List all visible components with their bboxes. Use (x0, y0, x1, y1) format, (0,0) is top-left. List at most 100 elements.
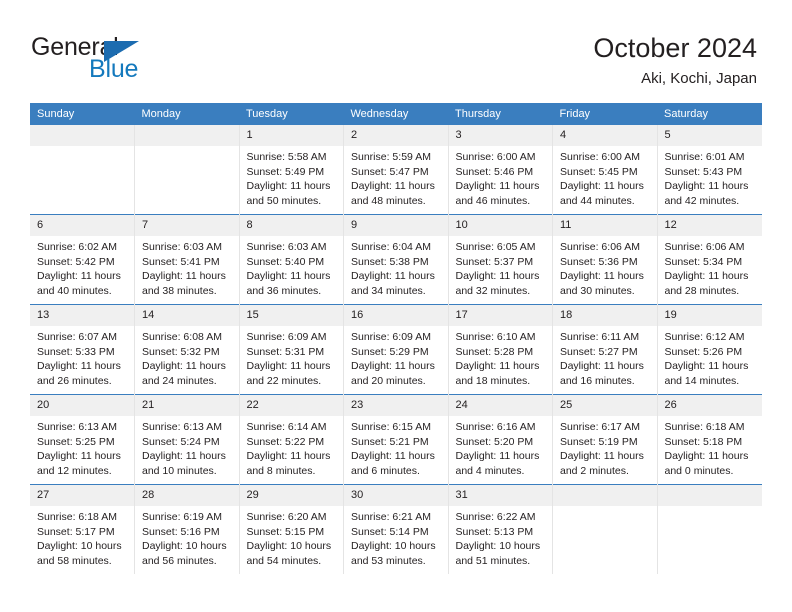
calendar-day-cell[interactable]: 10 Sunrise: 6:05 AM Sunset: 5:37 PM Dayligh… (447, 214, 553, 305)
day-number (657, 485, 762, 506)
sunrise-text: Sunrise: 6:02 AM (37, 241, 117, 253)
daylight-text: Daylight: 11 hours and 4 minutes. (455, 450, 540, 477)
day-details: Sunrise: 6:04 AM Sunset: 5:38 PM Daylight:… (344, 236, 448, 298)
calendar-day-cell[interactable]: 7 Sunrise: 6:03 AM Sunset: 5:41 PM Daylight… (134, 214, 239, 305)
day-details: Sunrise: 6:20 AM Sunset: 5:15 PM Daylight:… (240, 506, 344, 568)
day-number: 18 (553, 305, 657, 326)
day-details: Sunrise: 6:14 AM Sunset: 5:22 PM Daylight:… (240, 416, 344, 478)
calendar-day-cell[interactable]: 18 Sunrise: 6:11 AM Sunset: 5:27 PM Dayligh… (552, 304, 657, 395)
page-title: October 2024 (593, 33, 757, 63)
daylight-text: Daylight: 11 hours and 44 minutes. (560, 180, 644, 207)
general-blue-logo[interactable]: General Blue (31, 33, 221, 89)
sunset-text: Sunset: 5:20 PM (455, 435, 534, 448)
calendar-day-cell[interactable]: 29 Sunrise: 6:20 AM Sunset: 5:15 PM Dayligh… (238, 484, 344, 574)
sunset-text: Sunset: 5:13 PM (455, 525, 534, 538)
day-details: Sunrise: 6:17 AM Sunset: 5:19 PM Daylight:… (553, 416, 657, 478)
sunset-text: Sunset: 5:18 PM (664, 435, 743, 448)
calendar-day-cell[interactable]: 27 Sunrise: 6:18 AM Sunset: 5:17 PM Dayligh… (30, 484, 135, 574)
day-details: Sunrise: 6:09 AM Sunset: 5:29 PM Daylight:… (344, 326, 448, 388)
day-details: Sunrise: 6:15 AM Sunset: 5:21 PM Daylight:… (344, 416, 448, 478)
calendar-day-cell[interactable]: 21 Sunrise: 6:13 AM Sunset: 5:24 PM Dayligh… (134, 394, 239, 485)
sunset-text: Sunset: 5:28 PM (455, 345, 534, 358)
day-number: 21 (135, 395, 239, 416)
sunrise-text: Sunrise: 6:04 AM (351, 241, 431, 253)
calendar-page: General Blue October 2024 Aki, Kochi, Ja… (0, 0, 792, 612)
calendar-day-cell[interactable]: 19 Sunrise: 6:12 AM Sunset: 5:26 PM Dayligh… (656, 304, 762, 395)
calendar-day-cell[interactable]: 24 Sunrise: 6:16 AM Sunset: 5:20 PM Dayligh… (447, 394, 553, 485)
daylight-text: Daylight: 11 hours and 50 minutes. (246, 180, 331, 207)
calendar-day-cell[interactable]: 12 Sunrise: 6:06 AM Sunset: 5:34 PM Dayligh… (656, 214, 762, 305)
daylight-text: Daylight: 11 hours and 18 minutes. (455, 360, 540, 387)
sunrise-text: Sunrise: 6:07 AM (37, 331, 117, 343)
sunset-text: Sunset: 5:47 PM (351, 165, 429, 178)
calendar-day-cell[interactable]: 22 Sunrise: 6:14 AM Sunset: 5:22 PM Dayligh… (238, 394, 344, 485)
calendar-day-cell[interactable]: 25 Sunrise: 6:17 AM Sunset: 5:19 PM Dayligh… (552, 394, 657, 485)
calendar-table: Sunday Monday Tuesday Wednesday Thursday… (30, 103, 762, 574)
daylight-text: Daylight: 11 hours and 16 minutes. (560, 360, 644, 387)
calendar-day-cell-empty (656, 484, 762, 574)
day-number: 29 (239, 485, 343, 506)
sunset-text: Sunset: 5:46 PM (455, 165, 534, 178)
weekday-header-tuesday: Tuesday (239, 103, 344, 125)
day-details: Sunrise: 5:58 AM Sunset: 5:49 PM Daylight:… (240, 146, 344, 208)
calendar-day-cell[interactable]: 16 Sunrise: 6:09 AM Sunset: 5:29 PM Dayligh… (343, 304, 448, 395)
day-number: 17 (448, 305, 552, 326)
sunset-text: Sunset: 5:34 PM (664, 255, 743, 268)
title-block: October 2024 Aki, Kochi, Japan (593, 32, 757, 90)
calendar-day-cell[interactable]: 28 Sunrise: 6:19 AM Sunset: 5:16 PM Dayligh… (134, 484, 239, 574)
daylight-text: Daylight: 11 hours and 32 minutes. (455, 270, 540, 297)
calendar-day-cell[interactable]: 9 Sunrise: 6:04 AM Sunset: 5:38 PM Daylight… (343, 214, 448, 305)
sunrise-text: Sunrise: 6:05 AM (455, 241, 536, 253)
calendar-day-cell[interactable]: 2 Sunrise: 5:59 AM Sunset: 5:47 PM Daylight… (343, 125, 448, 215)
daylight-text: Daylight: 11 hours and 42 minutes. (664, 180, 749, 207)
sunset-text: Sunset: 5:22 PM (246, 435, 325, 448)
sunset-text: Sunset: 5:25 PM (37, 435, 115, 448)
calendar-day-cell[interactable]: 8 Sunrise: 6:03 AM Sunset: 5:40 PM Daylight… (238, 214, 344, 305)
sunset-text: Sunset: 5:26 PM (664, 345, 743, 358)
day-number: 30 (344, 485, 448, 506)
weekday-header-monday: Monday (134, 103, 239, 125)
calendar-day-cell[interactable]: 5 Sunrise: 6:01 AM Sunset: 5:43 PM Daylight… (656, 125, 762, 215)
day-number: 4 (553, 125, 657, 146)
weekday-header-row: Sunday Monday Tuesday Wednesday Thursday… (30, 103, 762, 125)
daylight-text: Daylight: 11 hours and 22 minutes. (246, 360, 331, 387)
calendar-day-cell[interactable]: 11 Sunrise: 6:06 AM Sunset: 5:36 PM Dayligh… (552, 214, 657, 305)
day-number: 8 (239, 215, 343, 236)
calendar-day-cell[interactable]: 13 Sunrise: 6:07 AM Sunset: 5:33 PM Dayligh… (30, 304, 135, 395)
sunrise-text: Sunrise: 6:21 AM (351, 511, 431, 523)
day-details: Sunrise: 6:18 AM Sunset: 5:17 PM Daylight:… (30, 506, 134, 568)
calendar-day-cell[interactable]: 14 Sunrise: 6:08 AM Sunset: 5:32 PM Dayligh… (134, 304, 239, 395)
day-number: 14 (135, 305, 239, 326)
day-number: 24 (448, 395, 552, 416)
calendar-day-cell[interactable]: 4 Sunrise: 6:00 AM Sunset: 5:45 PM Daylight… (552, 125, 657, 215)
calendar-day-cell[interactable]: 23 Sunrise: 6:15 AM Sunset: 5:21 PM Dayligh… (343, 394, 448, 485)
calendar-day-cell[interactable]: 30 Sunrise: 6:21 AM Sunset: 5:14 PM Dayligh… (343, 484, 448, 574)
calendar-day-cell[interactable]: 20 Sunrise: 6:13 AM Sunset: 5:25 PM Dayligh… (30, 394, 135, 485)
day-details: Sunrise: 5:59 AM Sunset: 5:47 PM Daylight:… (344, 146, 448, 208)
calendar-day-cell[interactable]: 3 Sunrise: 6:00 AM Sunset: 5:46 PM Daylight… (447, 125, 553, 215)
daylight-text: Daylight: 11 hours and 6 minutes. (351, 450, 435, 477)
sunrise-text: Sunrise: 6:17 AM (560, 421, 640, 433)
calendar-day-cell[interactable]: 1 Sunrise: 5:58 AM Sunset: 5:49 PM Daylight… (238, 125, 344, 215)
sunset-text: Sunset: 5:40 PM (246, 255, 325, 268)
day-number: 6 (30, 215, 134, 236)
day-number: 22 (239, 395, 343, 416)
daylight-text: Daylight: 11 hours and 28 minutes. (664, 270, 749, 297)
calendar-day-cell-empty (134, 125, 239, 215)
page-subtitle: Aki, Kochi, Japan (641, 70, 757, 87)
sunrise-text: Sunrise: 6:11 AM (560, 331, 640, 343)
daylight-text: Daylight: 11 hours and 8 minutes. (246, 450, 331, 477)
weekday-header-wednesday: Wednesday (343, 103, 448, 125)
day-number: 9 (344, 215, 448, 236)
calendar-week-row: 1 Sunrise: 5:58 AM Sunset: 5:49 PM Daylight… (30, 125, 762, 215)
calendar-day-cell[interactable]: 31 Sunrise: 6:22 AM Sunset: 5:13 PM Dayligh… (447, 484, 553, 574)
day-details: Sunrise: 6:19 AM Sunset: 5:16 PM Daylight:… (135, 506, 239, 568)
daylight-text: Daylight: 11 hours and 38 minutes. (142, 270, 226, 297)
day-details: Sunrise: 6:03 AM Sunset: 5:40 PM Daylight:… (240, 236, 344, 298)
sunset-text: Sunset: 5:24 PM (142, 435, 220, 448)
page-header: General Blue October 2024 Aki, Kochi, Ja… (0, 0, 792, 100)
calendar-day-cell[interactable]: 26 Sunrise: 6:18 AM Sunset: 5:18 PM Dayligh… (656, 394, 762, 485)
calendar-day-cell[interactable]: 6 Sunrise: 6:02 AM Sunset: 5:42 PM Daylight… (30, 214, 135, 305)
calendar-day-cell[interactable]: 15 Sunrise: 6:09 AM Sunset: 5:31 PM Dayligh… (238, 304, 344, 395)
calendar-day-cell[interactable]: 17 Sunrise: 6:10 AM Sunset: 5:28 PM Dayligh… (447, 304, 553, 395)
